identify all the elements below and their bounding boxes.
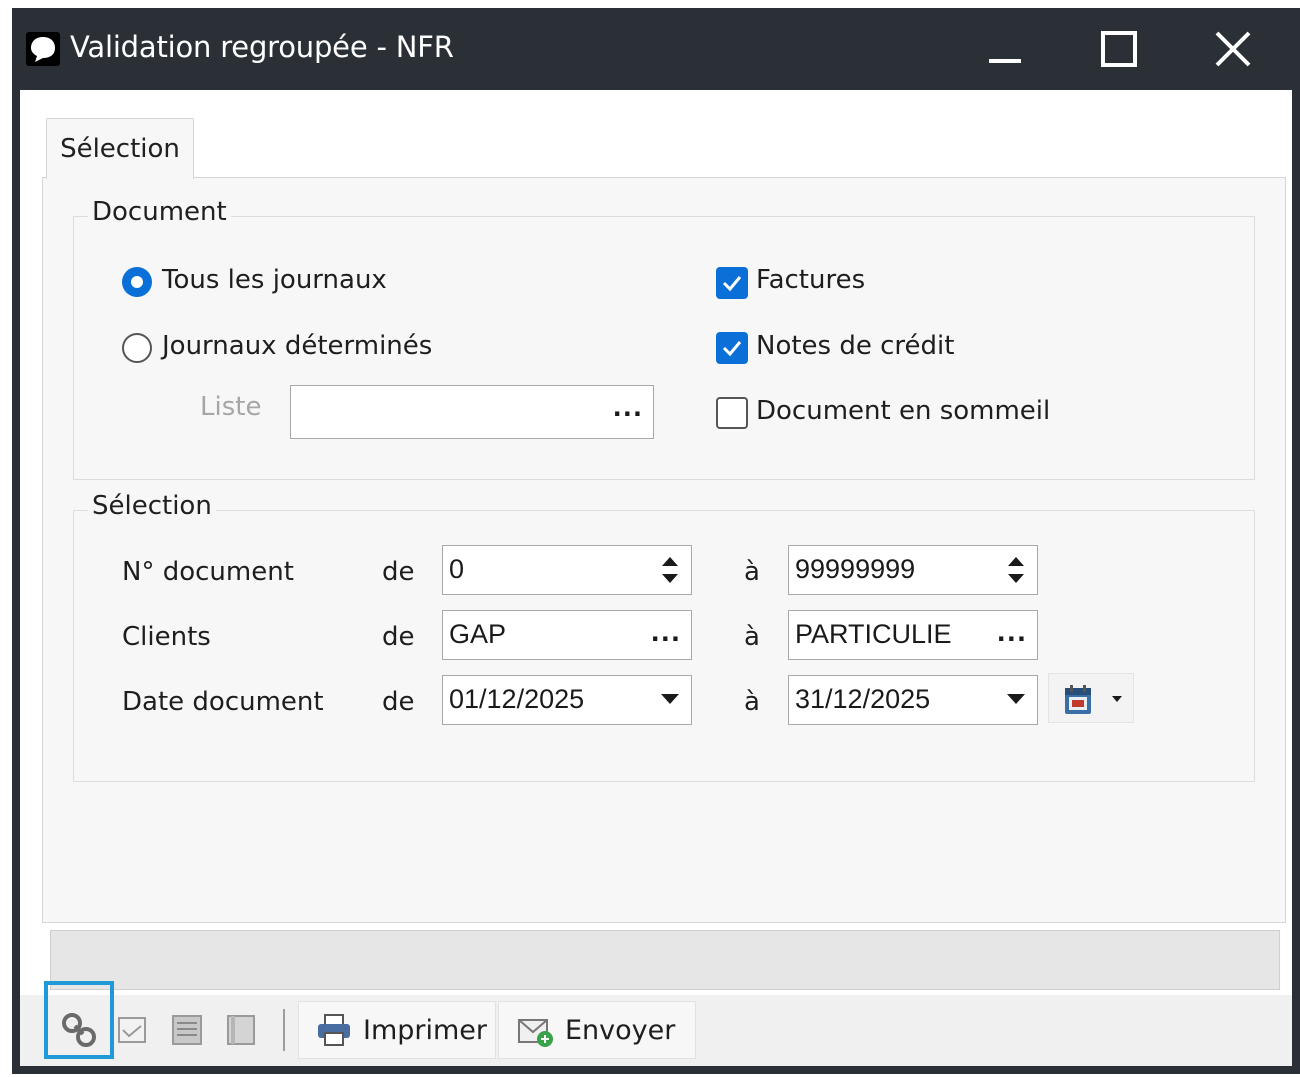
document-date-to-label: à xyxy=(744,687,760,717)
chevron-down-icon[interactable] xyxy=(1007,694,1025,704)
journal-list-field[interactable]: ... xyxy=(290,385,654,439)
clients-to-browse-button[interactable]: ... xyxy=(997,619,1027,647)
checkbox-dormant-document-label[interactable]: Document en sommeil xyxy=(756,396,1050,426)
clients-to-label: à xyxy=(744,622,760,652)
maximize-icon xyxy=(1101,31,1137,67)
document-date-from-label: de xyxy=(382,687,415,717)
list-label: Liste xyxy=(200,392,262,422)
chevron-down-icon[interactable] xyxy=(661,694,679,704)
calendar-period-button[interactable] xyxy=(1048,673,1134,723)
document-number-from-value: 0 xyxy=(449,554,465,584)
radio-specific-journals-label[interactable]: Journaux déterminés xyxy=(162,331,432,361)
document-number-from-label: de xyxy=(382,557,415,587)
message-button[interactable] xyxy=(110,1001,156,1059)
status-bar xyxy=(50,930,1280,990)
radio-specific-journals[interactable] xyxy=(122,333,152,363)
document-number-label: N° document xyxy=(122,557,294,587)
document-number-from-input[interactable]: 0 xyxy=(442,545,692,595)
send-button-label: Envoyer xyxy=(565,1014,676,1046)
list-icon xyxy=(172,1015,202,1045)
document-date-from-input[interactable]: 01/12/2025 xyxy=(442,675,692,725)
checkbox-invoices[interactable] xyxy=(716,267,748,299)
send-button[interactable]: Envoyer xyxy=(498,1001,696,1059)
printer-icon xyxy=(318,1014,350,1046)
clients-to-value: PARTICULIE xyxy=(795,619,952,649)
document-date-from-value: 01/12/2025 xyxy=(449,684,585,714)
journal-list-browse-button[interactable]: ... xyxy=(613,394,643,422)
radio-all-journals[interactable] xyxy=(122,267,152,297)
print-button-label: Imprimer xyxy=(363,1014,488,1046)
document-number-to-value: 99999999 xyxy=(795,554,916,584)
radio-all-journals-label[interactable]: Tous les journaux xyxy=(162,265,387,295)
toolbar-separator xyxy=(283,1009,285,1051)
selection-groupbox: Sélection N° document de 0 à 99999999 Cl… xyxy=(73,491,1255,782)
bottom-toolbar: Imprimer Envoyer xyxy=(20,981,1292,1066)
link-icon xyxy=(62,1013,96,1047)
tab-selection[interactable]: Sélection xyxy=(46,118,194,179)
chevron-down-icon xyxy=(1112,696,1122,702)
maximize-button[interactable] xyxy=(1064,8,1174,90)
document-groupbox: Document Tous les journaux Journaux déte… xyxy=(73,197,1255,480)
list-button[interactable] xyxy=(164,1001,210,1059)
document-number-to-input[interactable]: 99999999 xyxy=(788,545,1038,595)
spinner-icon[interactable] xyxy=(1003,552,1029,588)
dialog-client-area: Sélection Document Tous les journaux Jou… xyxy=(20,90,1292,1066)
checkbox-credit-notes-label[interactable]: Notes de crédit xyxy=(756,331,954,361)
close-button[interactable] xyxy=(1178,8,1288,90)
book-icon xyxy=(227,1015,255,1045)
checkbox-dormant-document[interactable] xyxy=(716,397,748,429)
calendar-icon xyxy=(1065,685,1091,714)
checkbox-invoices-label[interactable]: Factures xyxy=(756,265,865,295)
book-button[interactable] xyxy=(218,1001,264,1059)
print-button[interactable]: Imprimer xyxy=(298,1001,496,1059)
document-date-label: Date document xyxy=(122,687,324,717)
tab-panel: Document Tous les journaux Journaux déte… xyxy=(42,177,1286,923)
title-bar[interactable]: Validation regroupée - NFR xyxy=(12,8,1300,90)
spinner-icon[interactable] xyxy=(657,552,683,588)
checkmark-icon xyxy=(722,341,742,357)
send-icon xyxy=(518,1019,553,1047)
clients-from-browse-button[interactable]: ... xyxy=(651,619,681,647)
link-button[interactable] xyxy=(56,1001,102,1059)
document-group-title: Document xyxy=(88,197,231,227)
content-area: Sélection Document Tous les journaux Jou… xyxy=(20,90,1292,995)
clients-label: Clients xyxy=(122,622,211,652)
close-icon xyxy=(1215,31,1251,67)
selection-group-title: Sélection xyxy=(88,491,216,521)
window-title: Validation regroupée - NFR xyxy=(70,30,454,64)
checkmark-icon xyxy=(722,276,742,292)
minimize-icon xyxy=(989,59,1021,63)
minimize-button[interactable] xyxy=(950,8,1060,90)
document-number-to-label: à xyxy=(744,557,760,587)
app-icon xyxy=(26,32,60,66)
clients-from-label: de xyxy=(382,622,415,652)
checkbox-credit-notes[interactable] xyxy=(716,332,748,364)
document-date-to-value: 31/12/2025 xyxy=(795,684,931,714)
clients-from-value: GAP xyxy=(449,619,507,649)
envelope-icon xyxy=(118,1017,146,1043)
clients-to-input[interactable]: PARTICULIE ... xyxy=(788,610,1038,660)
dialog-window: Validation regroupée - NFR Sélection Doc… xyxy=(12,8,1300,1074)
document-date-to-input[interactable]: 31/12/2025 xyxy=(788,675,1038,725)
clients-from-input[interactable]: GAP ... xyxy=(442,610,692,660)
